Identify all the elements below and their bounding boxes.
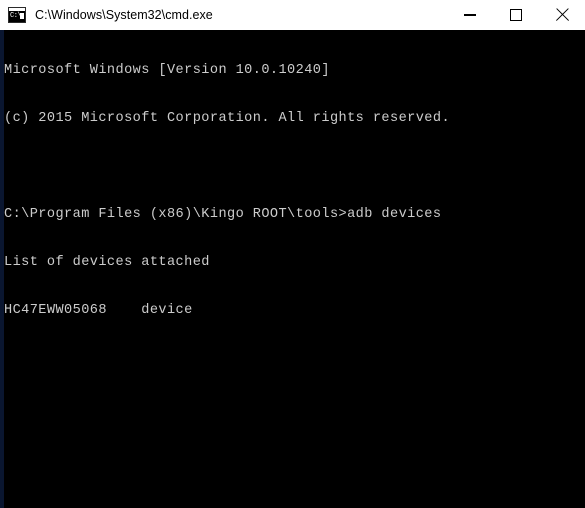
title-bar-left-group: C:\ C:\Windows\System32\cmd.exe (0, 0, 213, 30)
minimize-button[interactable] (447, 0, 493, 30)
console-line: List of devices attached (4, 255, 210, 270)
window-title: C:\Windows\System32\cmd.exe (35, 8, 213, 22)
title-bar[interactable]: C:\ C:\Windows\System32\cmd.exe (0, 0, 585, 30)
console-line-device-entry: HC47EWW05068 device (4, 303, 193, 318)
maximize-icon (510, 9, 522, 21)
console-icon-cursor (20, 13, 24, 19)
close-icon (555, 8, 569, 22)
close-button[interactable] (539, 0, 585, 30)
console-icon-titlebar-strip (9, 8, 25, 11)
window-controls (447, 0, 585, 30)
console-line: (c) 2015 Microsoft Corporation. All righ… (4, 111, 451, 126)
cmd-console-icon: C:\ (8, 7, 26, 23)
maximize-button[interactable] (493, 0, 539, 30)
console-line: Microsoft Windows [Version 10.0.10240] (4, 63, 330, 78)
console-output-area[interactable]: Microsoft Windows [Version 10.0.10240] (… (0, 30, 585, 508)
console-text-buffer: Microsoft Windows [Version 10.0.10240] (… (4, 31, 579, 351)
cmd-window: C:\ C:\Windows\System32\cmd.exe Microsof… (0, 0, 585, 508)
minimize-icon (464, 14, 476, 16)
console-line-prompt-command: C:\Program Files (x86)\Kingo ROOT\tools>… (4, 207, 442, 222)
